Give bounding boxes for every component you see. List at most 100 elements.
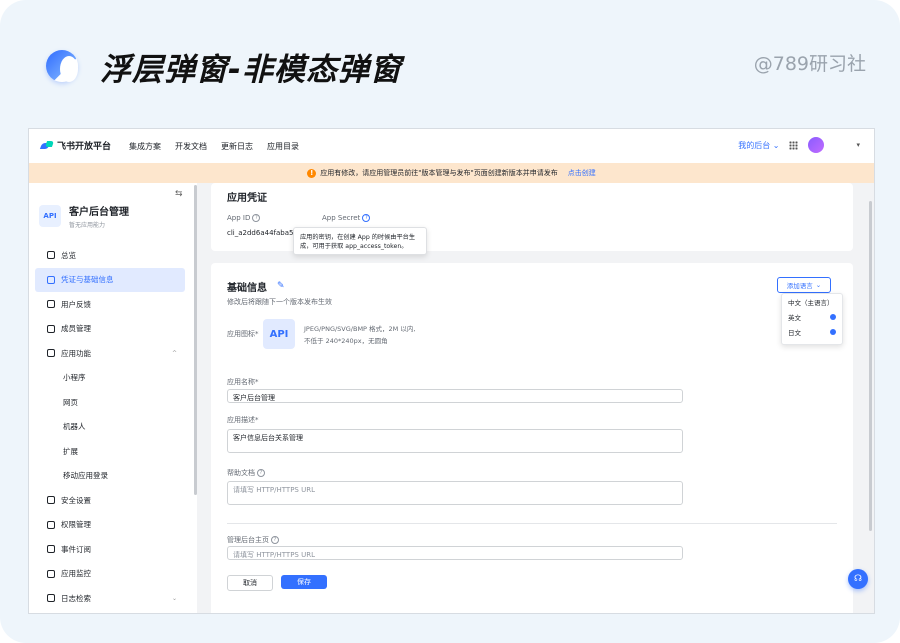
- edit-icon[interactable]: ✎: [277, 281, 285, 291]
- apps-grid-icon[interactable]: [789, 140, 799, 150]
- sidebar-menu: 总览 凭证与基础信息 用户反馈 成员管理 应用功能 ^ 小程序 网页 机器人 扩展…: [35, 243, 185, 611]
- user-icon: [47, 324, 55, 333]
- sidebar-item-feedback[interactable]: 用户反馈: [35, 292, 185, 317]
- add-language-label: 添加语言: [786, 282, 813, 290]
- slide-card: 浮层弹窗-非模态弹窗 @789研习社 飞书开放平台 集成方案 开发文档 更新日志…: [0, 0, 900, 643]
- sidebar-item-label: 应用功能: [61, 348, 91, 358]
- shield-icon: [47, 496, 55, 505]
- sidebar-item-permissions[interactable]: 权限管理: [35, 513, 185, 538]
- language-option-english[interactable]: 英文: [782, 309, 842, 324]
- grid-icon: [47, 349, 55, 358]
- avatar[interactable]: [808, 137, 825, 153]
- app-name-input[interactable]: 客户后台管理: [227, 389, 683, 403]
- sidebar-item-label: 权限管理: [61, 520, 91, 530]
- top-nav: 飞书开放平台 集成方案 开发文档 更新日志 应用目录 我的后台 ⌄ ▾: [29, 129, 874, 164]
- language-label: 日文: [788, 328, 801, 337]
- screenshot-frame: 飞书开放平台 集成方案 开发文档 更新日志 应用目录 我的后台 ⌄ ▾ ! 应用…: [28, 128, 875, 614]
- language-option-chinese[interactable]: 中文（主语言）: [782, 294, 842, 309]
- warning-icon: !: [307, 168, 317, 178]
- sidebar-item-logs[interactable]: 日志检索 ⌄: [35, 586, 185, 611]
- watermark: @789研习社: [753, 53, 866, 75]
- chevron-down-icon: ⌄: [815, 281, 822, 289]
- add-icon[interactable]: [830, 328, 836, 335]
- help-icon[interactable]: ?: [362, 214, 371, 222]
- help-icon[interactable]: ?: [257, 469, 265, 477]
- language-option-japanese[interactable]: 日文: [782, 324, 842, 339]
- language-popover: 中文（主语言） 英文 日文: [781, 293, 843, 345]
- chevron-down-icon[interactable]: ▾: [856, 141, 860, 149]
- credential-icon: [47, 275, 55, 284]
- sidebar: ⇆ API 客户后台管理 暂无应用能力 总览 凭证与基础信息 用户反馈 成员管理…: [29, 183, 198, 613]
- tooltip-line-1: 应用的密钥，在创建 App 的时候由平台生: [300, 234, 416, 241]
- sidebar-item-overview[interactable]: 总览: [35, 243, 185, 268]
- language-label: 英文: [788, 313, 801, 322]
- help-icon[interactable]: ?: [271, 536, 279, 544]
- app-id-label-text: App ID: [227, 214, 251, 222]
- app-logo: API: [39, 205, 61, 227]
- desc-label: 应用描述*: [227, 416, 259, 424]
- cancel-button[interactable]: 取消: [227, 575, 273, 591]
- sidebar-item-events[interactable]: 事件订阅: [35, 537, 185, 562]
- sidebar-item-webpage[interactable]: 网页: [35, 390, 185, 415]
- help-icon[interactable]: ?: [252, 214, 261, 222]
- save-button[interactable]: 保存: [281, 575, 327, 589]
- nav-link-directory[interactable]: 应用目录: [267, 141, 299, 152]
- nav-link-solutions[interactable]: 集成方案: [129, 141, 161, 152]
- sidebar-item-credentials[interactable]: 凭证与基础信息: [35, 267, 185, 292]
- collapse-sidebar-icon[interactable]: ⇆: [175, 189, 183, 199]
- nav-links: 集成方案 开发文档 更新日志 应用目录: [129, 141, 299, 152]
- sidebar-item-label: 安全设置: [61, 495, 91, 505]
- divider: [227, 523, 837, 524]
- page-title: 浮层弹窗-非模态弹窗: [100, 52, 402, 88]
- sidebar-item-extension[interactable]: 扩展: [35, 439, 185, 464]
- nav-link-docs[interactable]: 开发文档: [175, 141, 207, 152]
- credentials-title: 应用凭证: [227, 193, 267, 204]
- basic-info-title: 基础信息: [227, 283, 267, 294]
- app-card: API 客户后台管理 暂无应用能力: [39, 203, 129, 229]
- brand[interactable]: 飞书开放平台: [41, 139, 111, 152]
- log-icon: [47, 594, 55, 603]
- sidebar-item-label: 扩展: [63, 446, 78, 456]
- sidebar-item-label: 机器人: [63, 422, 86, 432]
- home-page-label: 管理后台主页?: [227, 535, 279, 545]
- nav-link-changelog[interactable]: 更新日志: [221, 141, 253, 152]
- banner-text: 应用有修改，请应用管理员前往"版本管理与发布"页面创建新版本并申请发布: [320, 169, 558, 177]
- chart-icon: [47, 569, 55, 578]
- sidebar-item-security[interactable]: 安全设置: [35, 488, 185, 513]
- sidebar-item-monitoring[interactable]: 应用监控: [35, 562, 185, 587]
- chevron-down-icon: ⌄: [171, 594, 177, 602]
- my-backend-link[interactable]: 我的后台 ⌄: [738, 140, 779, 151]
- app-icon-upload[interactable]: API: [263, 319, 295, 349]
- feedback-icon: [47, 300, 55, 309]
- sidebar-item-mobile-login[interactable]: 移动应用登录: [35, 464, 185, 489]
- sidebar-item-features[interactable]: 应用功能 ^: [35, 341, 185, 366]
- app-name: 客户后台管理: [69, 207, 129, 218]
- sidebar-item-miniprogram[interactable]: 小程序: [35, 366, 185, 391]
- sidebar-item-label: 日志检索: [61, 593, 91, 603]
- sidebar-item-label: 事件订阅: [61, 544, 91, 554]
- nav-right: 我的后台 ⌄ ▾: [738, 137, 860, 153]
- event-icon: [47, 545, 55, 554]
- sidebar-item-label: 网页: [63, 397, 78, 407]
- icon-hint-2: 不低于 240*240px，无圆角: [304, 337, 388, 345]
- add-icon[interactable]: [830, 313, 836, 320]
- sidebar-item-label: 总览: [61, 250, 76, 260]
- sidebar-item-label: 凭证与基础信息: [61, 275, 114, 285]
- home-page-input[interactable]: 请填写 HTTP/HTTPS URL: [227, 546, 683, 560]
- name-label: 应用名称*: [227, 378, 259, 386]
- icon-label: 应用图标*: [227, 330, 259, 338]
- app-id-label: App ID?: [227, 214, 261, 222]
- sidebar-item-bot[interactable]: 机器人: [35, 415, 185, 440]
- banner-create-link[interactable]: 点击创建: [568, 168, 596, 178]
- content-scrollbar[interactable]: [869, 201, 872, 531]
- sidebar-item-members[interactable]: 成员管理: [35, 317, 185, 342]
- app-subtitle: 暂无应用能力: [69, 222, 106, 229]
- headset-icon[interactable]: ☊: [848, 569, 868, 589]
- app-description-input[interactable]: 客户信息后台关系管理: [227, 429, 683, 453]
- basic-info-subtitle: 修改后将跟随下一个版本发布生效: [227, 298, 332, 306]
- add-language-button[interactable]: 添加语言 ⌄: [777, 277, 831, 293]
- chevron-up-icon: ^: [171, 349, 177, 357]
- logo-sphere-icon: [46, 50, 78, 82]
- help-doc-input[interactable]: 请填写 HTTP/HTTPS URL: [227, 481, 683, 505]
- help-doc-label-text: 帮助文档: [227, 469, 255, 477]
